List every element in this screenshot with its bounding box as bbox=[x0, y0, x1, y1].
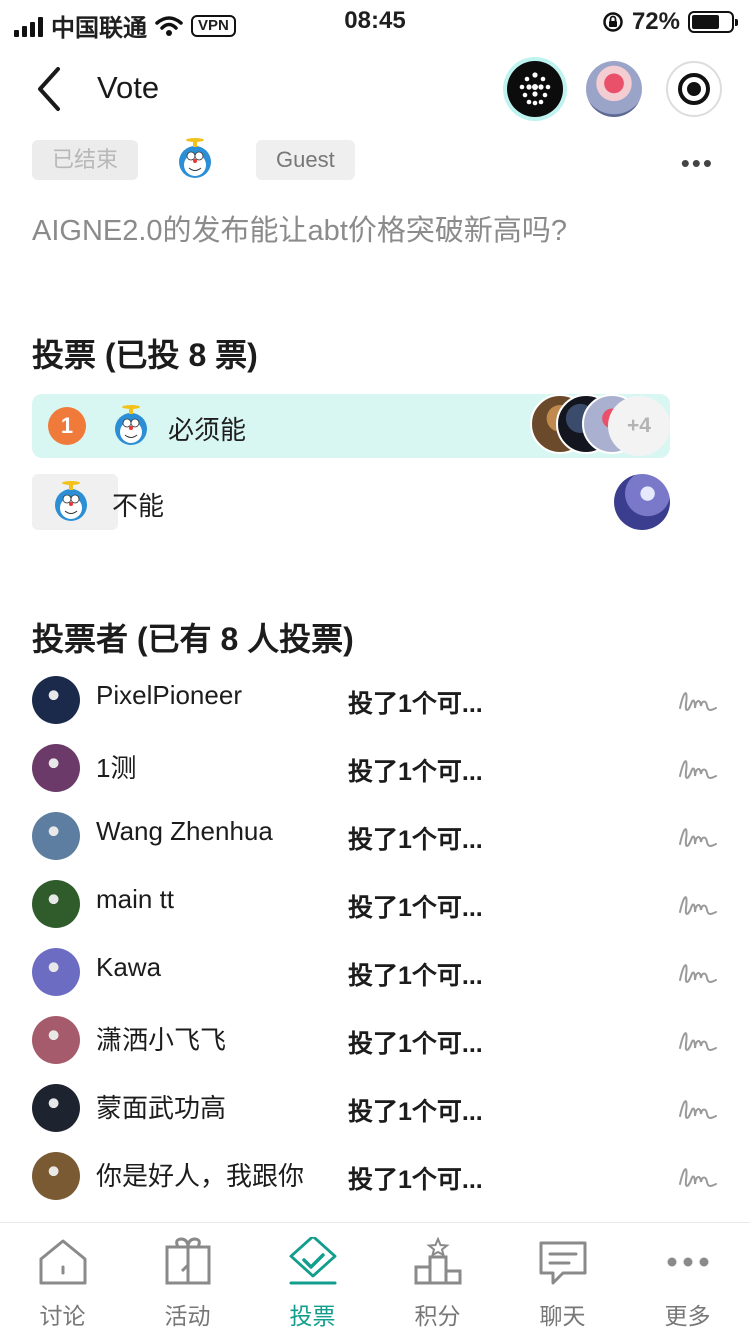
voter-avatar[interactable] bbox=[32, 1016, 80, 1064]
voter-avatar[interactable] bbox=[32, 948, 80, 996]
voter-row[interactable]: Wang Zhenhua 投了1个可... bbox=[32, 812, 722, 862]
back-arrow-icon[interactable] bbox=[30, 66, 70, 112]
tab-vote[interactable]: 投票 bbox=[250, 1237, 375, 1331]
tab-points[interactable]: 积分 bbox=[375, 1237, 500, 1331]
voter-name: Kawa bbox=[96, 952, 162, 982]
signature-icon[interactable] bbox=[678, 822, 718, 852]
signature-icon[interactable] bbox=[678, 1094, 718, 1124]
tab-label: 更多 bbox=[664, 1303, 711, 1329]
voter-name: Wang Zhenhua bbox=[96, 816, 273, 846]
gift-icon bbox=[165, 1237, 210, 1285]
vote-option-1[interactable]: 1 必须能 +4 bbox=[32, 394, 670, 458]
role-badge: Guest bbox=[256, 140, 355, 180]
voter-avatar[interactable] bbox=[614, 474, 670, 530]
podium-icon bbox=[414, 1237, 461, 1285]
signature-icon[interactable] bbox=[678, 890, 718, 920]
voter-row[interactable]: 蒙面武功高 投了1个可... bbox=[32, 1084, 722, 1134]
tab-label: 投票 bbox=[289, 1303, 336, 1329]
chat-icon bbox=[539, 1241, 586, 1285]
voter-row[interactable]: Kawa 投了1个可... bbox=[32, 948, 722, 998]
more-options-icon[interactable]: ••• bbox=[681, 148, 714, 179]
vote-status: 投了1个可... bbox=[348, 1030, 483, 1058]
voter-name: 你是好人，我跟你 bbox=[96, 1161, 305, 1191]
voter-name: 蒙面武功高 bbox=[96, 1093, 227, 1123]
status-bar: 中国联通 VPN 08:45 72% bbox=[0, 0, 750, 42]
voter-name: 1测 bbox=[96, 753, 137, 783]
status-badge: 已结束 bbox=[32, 140, 139, 180]
voters-section-title: 投票者 (已有 8 人投票) bbox=[32, 621, 354, 657]
record-icon[interactable] bbox=[666, 61, 722, 117]
signature-icon[interactable] bbox=[678, 686, 718, 716]
voter-avatar[interactable] bbox=[32, 676, 80, 724]
more-voters-count: +4 bbox=[608, 396, 670, 456]
vote-status: 投了1个可... bbox=[348, 1098, 483, 1126]
vote-status: 投了1个可... bbox=[348, 894, 483, 922]
vote-option-2[interactable]: 不能 bbox=[32, 474, 670, 538]
voter-name: PixelPioneer bbox=[96, 680, 242, 710]
voter-avatar-stack[interactable]: +4 bbox=[530, 394, 670, 458]
vote-status: 投了1个可... bbox=[348, 826, 483, 854]
option-label: 不能 bbox=[112, 491, 165, 521]
voter-avatar[interactable] bbox=[32, 1152, 80, 1200]
vote-section-title: 投票 (已投 8 票) bbox=[32, 337, 258, 373]
vote-status: 投了1个可... bbox=[348, 962, 483, 990]
vote-status: 投了1个可... bbox=[348, 690, 483, 718]
signature-icon[interactable] bbox=[678, 1162, 718, 1192]
voter-row[interactable]: main tt 投了1个可... bbox=[32, 880, 722, 930]
voter-avatar[interactable] bbox=[32, 880, 80, 928]
post-meta: 已结束 Guest ••• bbox=[32, 138, 718, 180]
signature-icon[interactable] bbox=[678, 1026, 718, 1056]
voter-name: 潇洒小飞飞 bbox=[96, 1025, 227, 1055]
option-avatar bbox=[115, 405, 147, 445]
voter-avatar[interactable] bbox=[32, 744, 80, 792]
option-avatar bbox=[55, 481, 87, 521]
house-icon bbox=[39, 1239, 86, 1285]
tab-label: 讨论 bbox=[39, 1303, 86, 1329]
tab-label: 活动 bbox=[164, 1303, 211, 1329]
battery-percent: 72% bbox=[631, 8, 680, 35]
tab-label: 聊天 bbox=[539, 1303, 586, 1329]
voter-avatar[interactable] bbox=[32, 812, 80, 860]
voter-row[interactable]: 潇洒小飞飞 投了1个可... bbox=[32, 1016, 722, 1066]
vote-status: 投了1个可... bbox=[348, 1166, 483, 1194]
rotation-lock-icon bbox=[603, 12, 623, 32]
signature-icon[interactable] bbox=[678, 754, 718, 784]
tab-discussion[interactable]: 讨论 bbox=[0, 1237, 125, 1331]
rank-badge: 1 bbox=[48, 407, 86, 445]
tab-label: 积分 bbox=[414, 1303, 461, 1329]
app-logo-button[interactable] bbox=[507, 61, 563, 117]
page-title: Vote bbox=[97, 70, 160, 105]
vote-status: 投了1个可... bbox=[348, 758, 483, 786]
tab-activity[interactable]: 活动 bbox=[125, 1237, 250, 1331]
top-bar: Vote bbox=[0, 56, 750, 122]
author-avatar[interactable] bbox=[172, 136, 218, 182]
tab-chat[interactable]: 聊天 bbox=[500, 1237, 625, 1331]
vote-icon bbox=[289, 1237, 336, 1285]
voter-row[interactable]: 你是好人，我跟你 投了1个可... bbox=[32, 1152, 722, 1202]
tab-more[interactable]: 更多 bbox=[625, 1237, 750, 1331]
voter-name: main tt bbox=[96, 884, 175, 914]
battery-icon bbox=[688, 11, 738, 33]
bottom-tab-bar: 讨论 活动 投票 积分 聊天 更多 bbox=[0, 1222, 750, 1334]
dot-grid-icon bbox=[519, 72, 551, 106]
more-icon bbox=[667, 1257, 708, 1267]
signature-icon[interactable] bbox=[678, 958, 718, 988]
voter-row[interactable]: 1测 投了1个可... bbox=[32, 744, 722, 794]
poll-question: AIGNE2.0的发布能让abt价格突破新高吗? bbox=[32, 215, 567, 247]
user-avatar[interactable] bbox=[586, 61, 642, 117]
voter-avatar[interactable] bbox=[32, 1084, 80, 1132]
option-label: 必须能 bbox=[168, 415, 247, 445]
voter-row[interactable]: PixelPioneer 投了1个可... bbox=[32, 676, 722, 726]
